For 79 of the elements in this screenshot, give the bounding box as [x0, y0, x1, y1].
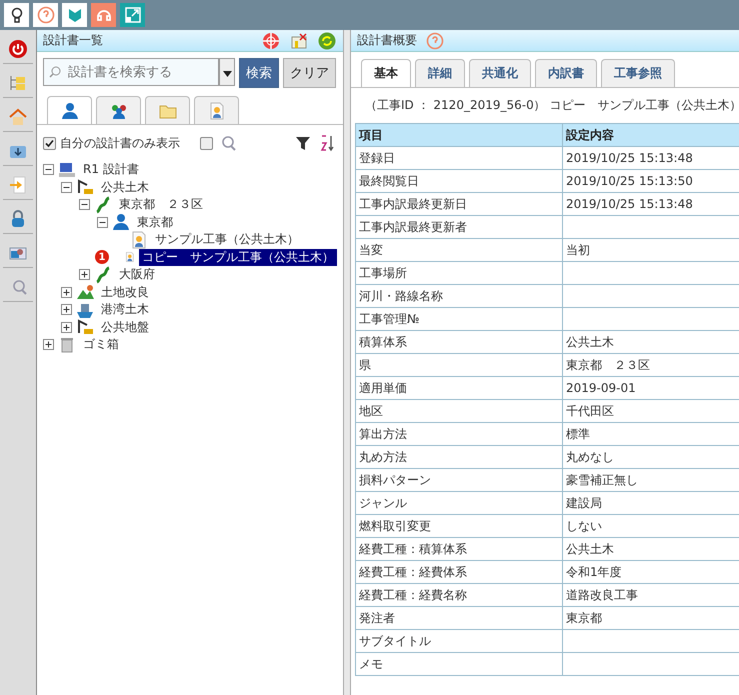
table-cell: 工事内訳最終更新日: [356, 192, 562, 216]
table-cell: サブタイトル: [356, 630, 562, 652]
clear-button[interactable]: クリア: [283, 58, 336, 88]
table-cell: 地区: [356, 400, 562, 422]
target-icon: [261, 30, 281, 50]
tab[interactable]: 基本: [361, 59, 411, 87]
tree-item[interactable]: 大阪府: [116, 266, 158, 284]
help-icon: [36, 5, 56, 25]
refresh-icon: [317, 30, 337, 50]
tab[interactable]: 詳細: [415, 59, 465, 87]
panel-title: 設計書概要: [357, 32, 417, 49]
column-header: 項目: [356, 124, 562, 146]
expand-toggle[interactable]: [61, 304, 72, 316]
tab[interactable]: [96, 96, 141, 124]
power-icon: [8, 38, 28, 58]
table-cell: 燃料取引変更: [356, 514, 562, 538]
number-badge: 1: [95, 250, 109, 264]
table-cell: 工事管理№: [356, 308, 562, 330]
magnifier-icon: [48, 65, 62, 79]
table-cell: 工事場所: [356, 262, 562, 284]
table-cell: 発注者: [356, 606, 562, 630]
table-cell: 適用単価: [356, 376, 562, 400]
table-cell: メモ: [356, 652, 562, 676]
search-field[interactable]: 設計書を検索する: [43, 58, 219, 86]
table-cell: 最終閲覧日: [356, 170, 562, 192]
table-cell: 経費工種：経費名称: [356, 584, 562, 606]
tree-item[interactable]: 東京都: [134, 214, 176, 231]
dropdown-button[interactable]: [219, 58, 235, 86]
table-cell: 損料パターン: [356, 468, 562, 492]
tab[interactable]: [47, 96, 92, 124]
expand-toggle[interactable]: [79, 269, 90, 280]
panel-title: 設計書一覧: [43, 32, 103, 49]
tree-item[interactable]: サンプル工事（公共土木）: [152, 231, 302, 248]
tree-item[interactable]: 東京都 ２３区: [116, 196, 206, 214]
expand-toggle[interactable]: [43, 339, 54, 350]
table-cell: 経費工種：経費体系: [356, 560, 562, 584]
collapse-toggle[interactable]: [97, 216, 108, 228]
export-icon: [8, 174, 28, 194]
collapse-toggle[interactable]: [43, 164, 54, 176]
tab[interactable]: 内訳書: [535, 59, 597, 87]
home-icon: [8, 106, 28, 126]
table-cell: 河川・路線名称: [356, 284, 562, 308]
tree-item[interactable]: 公共土木: [98, 178, 152, 196]
search-input[interactable]: 設計書を検索する: [66, 64, 210, 80]
column-header: 設定内容: [562, 124, 739, 146]
tab[interactable]: [194, 96, 239, 124]
expand-toggle[interactable]: [61, 322, 72, 333]
table-cell: ジャンル: [356, 492, 562, 514]
collapse-toggle[interactable]: [61, 182, 72, 193]
chart-icon: [289, 30, 309, 50]
table-cell: 積算体系: [356, 330, 562, 354]
tree-item[interactable]: 港湾土木: [98, 301, 152, 318]
person-icon: [60, 100, 80, 120]
table-cell: 当変: [356, 238, 562, 262]
tree-item[interactable]: R1 設計書: [80, 161, 142, 178]
help-icon: [425, 30, 445, 50]
table-cell: 登録日: [356, 146, 562, 170]
table-cell: 丸め方法: [356, 446, 562, 468]
person-icon: [111, 212, 131, 232]
tree-item[interactable]: 公共地盤: [98, 318, 152, 336]
search-button[interactable]: 検索: [239, 58, 279, 88]
checkbox-label: 自分の設計書のみ表示: [60, 134, 180, 152]
caret-icon: [222, 70, 232, 76]
expand-icon: [122, 5, 142, 25]
project-subtitle: （工事ID ： 2120_2019_56-0） コピー サンプル工事（公共土木）: [364, 97, 739, 114]
tree-item[interactable]: ゴミ箱: [80, 336, 122, 354]
checkbox[interactable]: [43, 136, 56, 150]
toolbar-button[interactable]: [4, 3, 29, 27]
expand-toggle[interactable]: [61, 286, 72, 298]
checkbox[interactable]: [200, 136, 213, 150]
tree-item[interactable]: 土地改良: [98, 284, 152, 301]
table-cell: 算出方法: [356, 422, 562, 446]
tab[interactable]: 共通化: [469, 59, 531, 87]
table-cell: 工事内訳最終更新者: [356, 216, 562, 238]
table-cell: 県: [356, 354, 562, 376]
table-cell: 経費工種：積算体系: [356, 538, 562, 560]
tree-item[interactable]: コピー サンプル工事（公共土木）: [139, 248, 337, 266]
tab[interactable]: 工事参照: [601, 59, 675, 87]
collapse-toggle[interactable]: [79, 199, 90, 210]
